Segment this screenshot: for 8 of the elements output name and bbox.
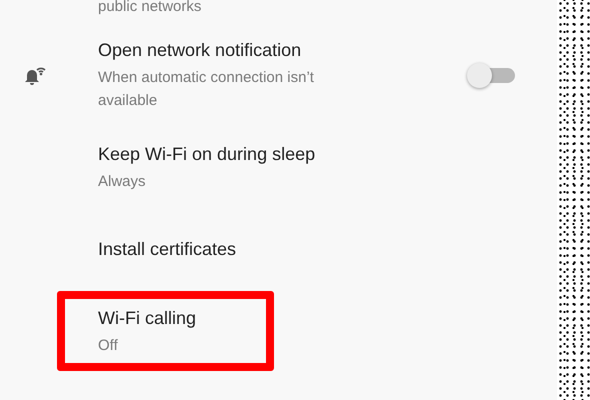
- setting-title[interactable]: Open network notification: [98, 38, 348, 62]
- setting-title[interactable]: Keep Wi-Fi on during sleep: [98, 142, 418, 166]
- highlight-frame[interactable]: Wi-Fi calling Off: [57, 291, 274, 371]
- setting-title[interactable]: Install certificates: [98, 237, 418, 261]
- setting-subtitle: Always: [98, 172, 147, 192]
- setting-subtitle: When automatic connection isn’t available: [98, 68, 315, 111]
- setting-subtitle: public networks: [98, 0, 202, 17]
- toggle-switch[interactable]: [467, 62, 517, 88]
